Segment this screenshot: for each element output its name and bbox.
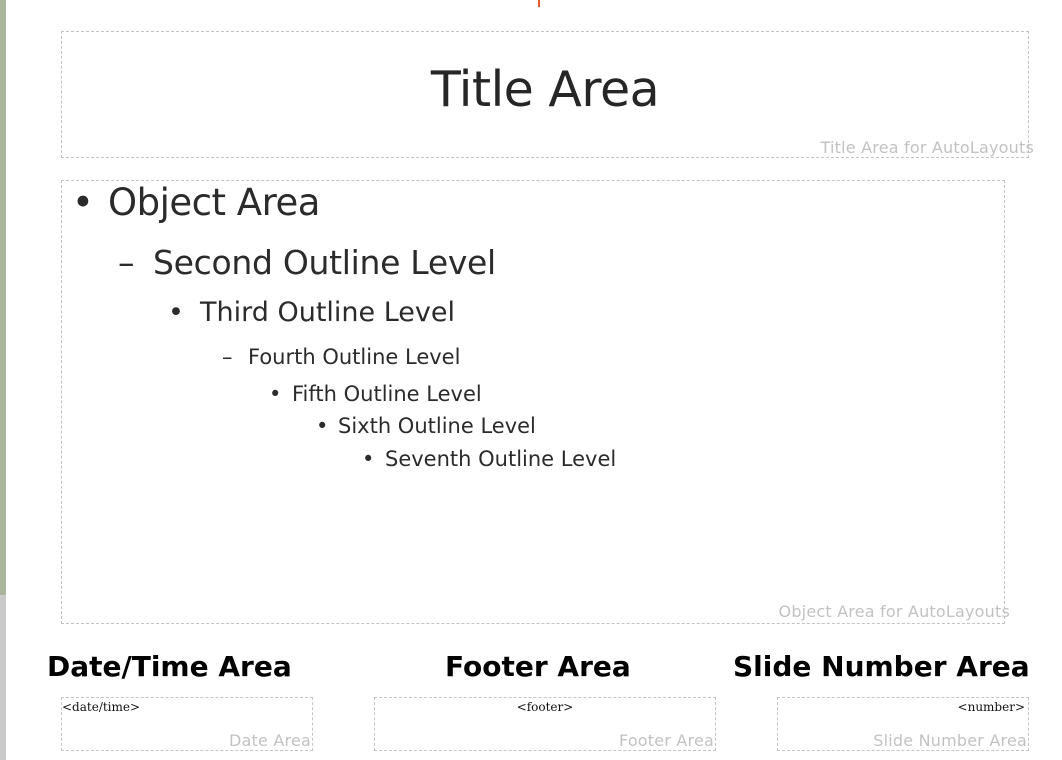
date-time-field[interactable]: <date/time> <box>62 700 140 714</box>
outline-bullet: • <box>72 181 94 224</box>
slide-number-area-label: Slide Number Area <box>873 731 1027 750</box>
date-area-label: Date Area <box>229 731 311 750</box>
outline-bullet: • <box>168 297 184 328</box>
title-area-placeholder[interactable]: Title Area Title Area for AutoLayouts <box>61 31 1034 158</box>
slide-number-field[interactable]: <number> <box>958 700 1025 714</box>
object-area-placeholder[interactable]: • Object Area – Second Outline Level • Thir… <box>61 180 1010 624</box>
outline-bullet: – <box>118 243 135 282</box>
outline-level-6-text: Sixth Outline Level <box>338 414 536 438</box>
outline-level-3-text: Third Outline Level <box>200 297 455 328</box>
outline-level-2[interactable]: – Second Outline Level <box>118 243 496 282</box>
outline-level-5-text: Fifth Outline Level <box>292 382 482 406</box>
outline-level-5[interactable]: • Fifth Outline Level <box>269 382 482 406</box>
footer-field[interactable]: <footer> <box>375 700 715 714</box>
outline-level-7-text: Seventh Outline Level <box>385 447 617 471</box>
outline-level-2-text: Second Outline Level <box>153 243 496 282</box>
outline-level-6[interactable]: • Sixth Outline Level <box>316 414 536 438</box>
outline-level-4-text: Fourth Outline Level <box>248 345 461 369</box>
outline-level-4[interactable]: – Fourth Outline Level <box>222 345 460 369</box>
footer-area-label: Footer Area <box>618 731 714 750</box>
outline-bullet: • <box>362 447 375 471</box>
title-area-autolayout-label: Title Area for AutoLayouts <box>820 138 1034 157</box>
outline-level-1-text: Object Area <box>108 181 320 224</box>
outline-level-7[interactable]: • Seventh Outline Level <box>362 447 616 471</box>
outline-bullet: • <box>269 382 282 406</box>
outline-bullet: – <box>222 345 233 369</box>
footer-area-placeholder[interactable]: <footer> Footer Area <box>374 697 716 751</box>
object-area-autolayout-label: Object Area for AutoLayouts <box>778 602 1010 621</box>
slide-pane-edge-lower <box>0 595 6 760</box>
title-area-text[interactable]: Title Area <box>62 61 1028 118</box>
outline-bullet: • <box>316 414 329 438</box>
outline-level-1[interactable]: • Object Area <box>72 181 320 224</box>
slide-number-area-placeholder[interactable]: <number> Slide Number Area <box>777 697 1029 751</box>
date-area-heading: Date/Time Area <box>47 650 292 683</box>
date-area-placeholder[interactable]: <date/time> Date Area <box>61 697 313 751</box>
outline-level-3[interactable]: • Third Outline Level <box>168 297 455 328</box>
slide-number-area-heading: Slide Number Area <box>733 650 1030 683</box>
footer-area-heading: Footer Area <box>445 650 631 683</box>
ruler-cursor-marker <box>538 0 540 7</box>
